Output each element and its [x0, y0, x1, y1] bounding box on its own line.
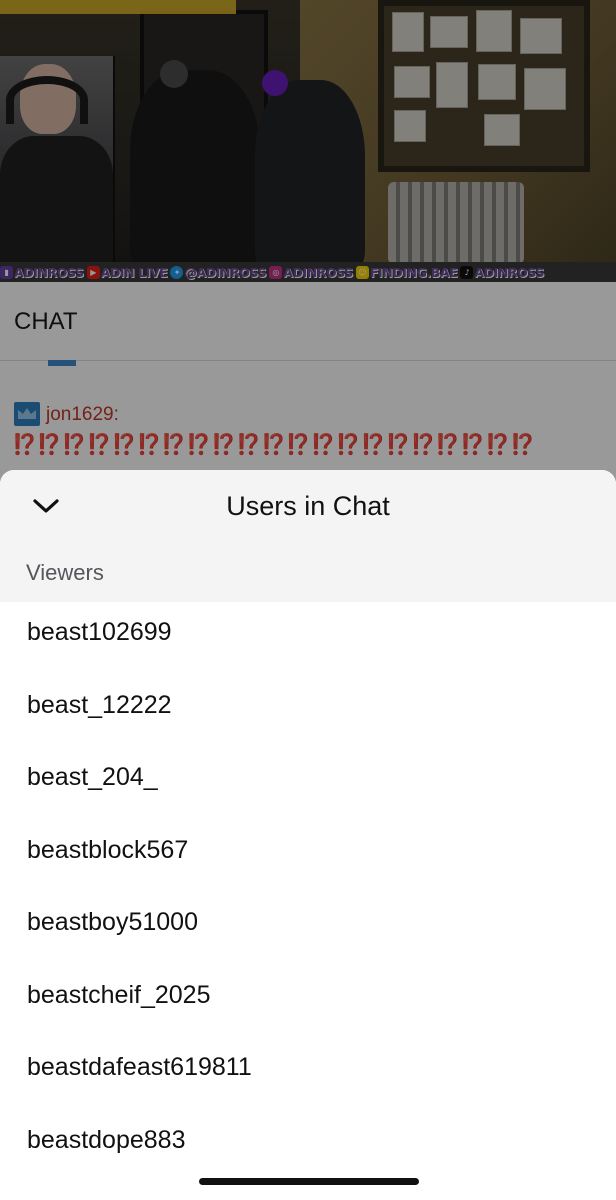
- board-paper: [394, 110, 426, 142]
- chevron-down-icon[interactable]: [30, 492, 62, 520]
- social-label: ADINROSS: [283, 264, 353, 280]
- webcam-overlay: [0, 56, 115, 266]
- board-paper: [430, 16, 468, 48]
- instagram-icon: ◎: [269, 265, 283, 279]
- viewers-section-header: Viewers: [0, 542, 616, 602]
- stream-video[interactable]: ▮ ADINROSS ▶ ADIN LIVE ✦ @ADINROSS ◎ ADI…: [0, 0, 616, 282]
- chat-header: CHAT: [0, 282, 616, 361]
- section-label: Viewers: [26, 560, 104, 585]
- username: beastboy51000: [27, 908, 198, 936]
- social-label: @ADINROSS: [184, 264, 267, 280]
- social-label: FINDING.BAE: [369, 264, 458, 280]
- list-item[interactable]: beast_12222: [0, 675, 616, 748]
- social-label: ADINROSS: [14, 264, 84, 280]
- board-paper: [484, 114, 520, 146]
- chat-panel: CHAT jon1629: ⁉️⁉️⁉️⁉️⁉️⁉️⁉️⁉️⁉️⁉️⁉️⁉️⁉️…: [0, 282, 616, 482]
- board-paper: [520, 18, 562, 54]
- board-paper: [476, 10, 512, 52]
- board-paper: [478, 64, 516, 100]
- social-item-snapchat: ☺ FINDING.BAE: [355, 264, 458, 280]
- list-item[interactable]: beastdafeast619811: [0, 1037, 616, 1110]
- social-links-bar: ▮ ADINROSS ▶ ADIN LIVE ✦ @ADINROSS ◎ ADI…: [0, 262, 616, 282]
- username: beastcheif_2025: [27, 980, 211, 1009]
- social-label: ADIN LIVE: [100, 264, 168, 280]
- sheet-header: Users in Chat: [0, 470, 616, 542]
- chat-username[interactable]: jon1629:: [46, 404, 119, 426]
- headphones-icon: [6, 76, 88, 124]
- social-item-twitter: ✦ @ADINROSS: [170, 264, 267, 280]
- list-item[interactable]: beast102699: [0, 602, 616, 675]
- sheet-title: Users in Chat: [226, 491, 390, 521]
- game-character: [255, 80, 365, 270]
- tiktok-icon: ♪: [460, 265, 474, 279]
- bulletin-board: [378, 0, 590, 172]
- list-item[interactable]: beast_204_: [0, 747, 616, 820]
- crown-icon: [14, 402, 40, 426]
- username: beastdope883: [27, 1125, 186, 1154]
- chat-badge: [48, 360, 76, 366]
- home-indicator[interactable]: [199, 1178, 419, 1185]
- board-paper: [436, 62, 468, 108]
- social-item-youtube: ▶ ADIN LIVE: [86, 264, 168, 280]
- snapchat-icon: ☺: [355, 265, 369, 279]
- youtube-icon: ▶: [86, 265, 100, 279]
- twitch-icon: ▮: [0, 265, 13, 279]
- board-paper: [394, 66, 430, 98]
- list-item[interactable]: beastdope883: [0, 1110, 616, 1183]
- social-item-tiktok: ♪ ADINROSS: [460, 265, 544, 280]
- game-character: [130, 70, 260, 270]
- game-character-helmet: [160, 60, 188, 88]
- board-paper: [392, 12, 424, 52]
- user-list: beast102699 beast_12222 beast_204_ beast…: [0, 602, 616, 1182]
- chat-title: CHAT: [14, 308, 78, 335]
- username: beast102699: [27, 618, 172, 646]
- chat-message-text: ⁉️⁉️⁉️⁉️⁉️⁉️⁉️⁉️⁉️⁉️⁉️⁉️⁉️⁉️⁉️⁉️⁉️⁉️⁉️⁉️…: [12, 434, 535, 456]
- stream-ticker: [0, 0, 236, 14]
- social-item-twitch: ▮ ADINROSS: [0, 265, 84, 280]
- username: beast_12222: [27, 690, 172, 719]
- webcam-streamer-body: [0, 136, 113, 266]
- board-paper: [524, 68, 566, 110]
- username: beastdafeast619811: [27, 1053, 252, 1081]
- twitter-icon: ✦: [170, 265, 184, 279]
- list-item[interactable]: beastblock567: [0, 820, 616, 893]
- users-in-chat-sheet: Users in Chat Viewers beast102699 beast_…: [0, 470, 616, 1200]
- social-label: ADINROSS: [474, 264, 545, 280]
- radiator: [388, 182, 524, 264]
- list-item[interactable]: beastboy51000: [0, 892, 616, 965]
- username: beastblock567: [27, 835, 189, 864]
- social-item-instagram: ◎ ADINROSS: [269, 265, 353, 280]
- username: beast_204_: [27, 763, 158, 791]
- game-character-helmet: [262, 70, 288, 96]
- list-item[interactable]: beastcheif_2025: [0, 965, 616, 1038]
